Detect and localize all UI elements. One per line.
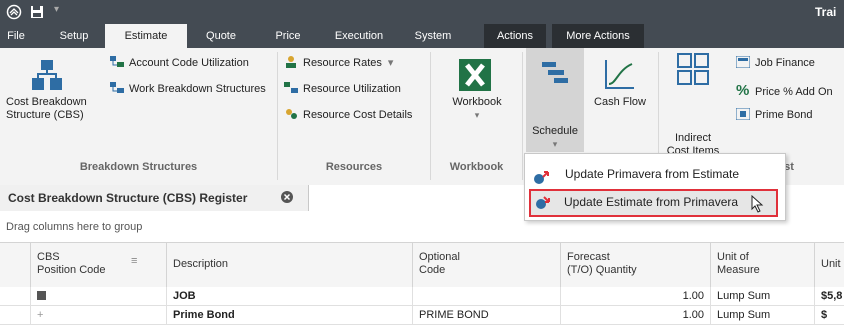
cbs-register-tab[interactable]: Cost Breakdown Structure (CBS) Register [0, 185, 309, 211]
menu-more-actions[interactable]: More Actions [552, 24, 644, 48]
grid-icon [676, 52, 710, 89]
header-uom[interactable]: Unit of Measure [710, 243, 814, 287]
chevron-down-icon: ▾ [387, 57, 394, 69]
tab-title: Cost Breakdown Structure (CBS) Register [8, 191, 248, 205]
save-icon[interactable] [30, 5, 44, 19]
mouse-cursor-icon [751, 194, 765, 216]
menu-file[interactable]: File [0, 24, 32, 48]
cell-description: Prime Bond [166, 306, 412, 324]
header-cbs-code[interactable]: CBS Position Code ≡ [30, 243, 166, 287]
menu-system[interactable]: System [406, 24, 460, 48]
cell-uom: Lump Sum [710, 287, 814, 305]
group-breakdown-structures: Breakdown Structures [79, 161, 198, 173]
schedule-icon [540, 58, 570, 91]
header-optional-code[interactable]: Optional Code [412, 243, 560, 287]
primavera-download-icon [534, 196, 550, 213]
account-code-utilization-button[interactable]: Account Code Utilization [110, 56, 249, 69]
job-finance-icon [736, 56, 750, 68]
line-chart-icon [604, 58, 636, 93]
table-row[interactable]: JOB 1.00 Lump Sum $5,8 [0, 287, 844, 306]
work-breakdown-structures-button[interactable]: Work Breakdown Structures [110, 82, 266, 95]
cell-unit: $5,8 [814, 287, 844, 305]
job-finance-button[interactable]: Job Finance [736, 56, 815, 69]
menu-bar: File Setup Estimate Quote Price Executio… [0, 24, 844, 48]
menu-quote[interactable]: Quote [195, 24, 247, 48]
header-forecast-qty[interactable]: Forecast (T/O) Quantity [560, 243, 710, 287]
update-estimate-from-primavera[interactable]: Update Estimate from Primavera [529, 189, 778, 217]
resource-utilization-button[interactable]: Resource Utilization [284, 82, 401, 95]
prime-bond-button[interactable]: Prime Bond [736, 108, 812, 121]
row-indicator-header [0, 243, 30, 287]
resource-utilization-icon [284, 82, 298, 93]
grid-header: CBS Position Code ≡ Description Optional… [0, 242, 844, 288]
menu-price[interactable]: Price [268, 24, 308, 48]
resource-cost-details-button[interactable]: Resource Cost Details [284, 108, 412, 121]
cbs-label: Cost Breakdown Structure (CBS) [6, 96, 87, 121]
cbs-button[interactable]: Cost Breakdown Structure (CBS) [6, 58, 96, 158]
table-row[interactable]: + Prime Bond PRIME BOND 1.00 Lump Sum $ [0, 306, 844, 325]
workbook-label: Workbook [452, 96, 502, 108]
app-logo-icon [6, 4, 22, 20]
excel-icon [458, 58, 492, 95]
cash-flow-button[interactable]: Cash Flow [588, 58, 652, 154]
window-title: Trai [815, 5, 837, 19]
resource-rates-button[interactable]: Resource Rates ▾ [284, 56, 393, 69]
cell-description: JOB [166, 287, 412, 305]
title-bar: ▾ Trai [0, 0, 844, 24]
quick-access-dropdown-icon[interactable]: ▾ [54, 4, 59, 15]
resource-cost-label: Resource Cost Details [303, 109, 413, 121]
job-finance-label: Job Finance [755, 57, 815, 69]
cell-optional-code: PRIME BOND [412, 306, 560, 324]
resource-utilization-label: Resource Utilization [303, 83, 401, 95]
schedule-dropdown-icon: ▾ [552, 139, 558, 149]
account-code-label: Account Code Utilization [129, 57, 249, 69]
collapse-icon[interactable] [30, 287, 166, 305]
menu-actions[interactable]: Actions [484, 24, 546, 48]
close-icon[interactable] [280, 190, 294, 204]
cash-flow-label: Cash Flow [594, 96, 646, 108]
cell-unit: $ [814, 306, 844, 324]
resource-rates-label: Resource Rates [303, 57, 382, 69]
price-add-on-button[interactable]: % Price % Add On [736, 82, 833, 99]
cell-optional-code [412, 287, 560, 305]
schedule-label: Schedule [532, 125, 578, 137]
account-code-icon [110, 56, 124, 67]
resource-rates-icon [286, 56, 296, 68]
indirect-cost-items-button[interactable]: Indirect Cost Items [662, 52, 724, 157]
prime-bond-label: Prime Bond [755, 109, 813, 121]
cell-forecast-qty: 1.00 [560, 306, 710, 324]
header-description[interactable]: Description [166, 243, 412, 287]
price-add-on-label: Price % Add On [755, 86, 833, 98]
menu-execution[interactable]: Execution [320, 24, 398, 48]
cell-uom: Lump Sum [710, 306, 814, 324]
schedule-button[interactable]: Schedule ▾ [526, 48, 584, 152]
workbook-dropdown-icon: ▾ [474, 110, 480, 120]
cell-forecast-qty: 1.00 [560, 287, 710, 305]
menu-setup[interactable]: Setup [52, 24, 96, 48]
resource-cost-icon [286, 109, 297, 119]
percent-icon: % [736, 82, 750, 99]
prime-bond-icon [736, 108, 750, 120]
wbs-icon [110, 82, 124, 93]
workbook-button[interactable]: Workbook ▾ [438, 58, 516, 158]
header-unit[interactable]: Unit [814, 243, 844, 287]
group-workbook: Workbook [449, 161, 504, 173]
update-primavera-from-estimate[interactable]: Update Primavera from Estimate [525, 160, 783, 188]
group-hint: Drag columns here to group [6, 221, 143, 233]
menu-estimate[interactable]: Estimate [105, 24, 187, 48]
wbs-label: Work Breakdown Structures [129, 83, 266, 95]
group-resources: Resources [325, 161, 383, 173]
hierarchy-icon [30, 58, 64, 95]
expand-icon[interactable]: + [30, 306, 166, 324]
filter-icon[interactable]: ≡ [131, 255, 137, 268]
